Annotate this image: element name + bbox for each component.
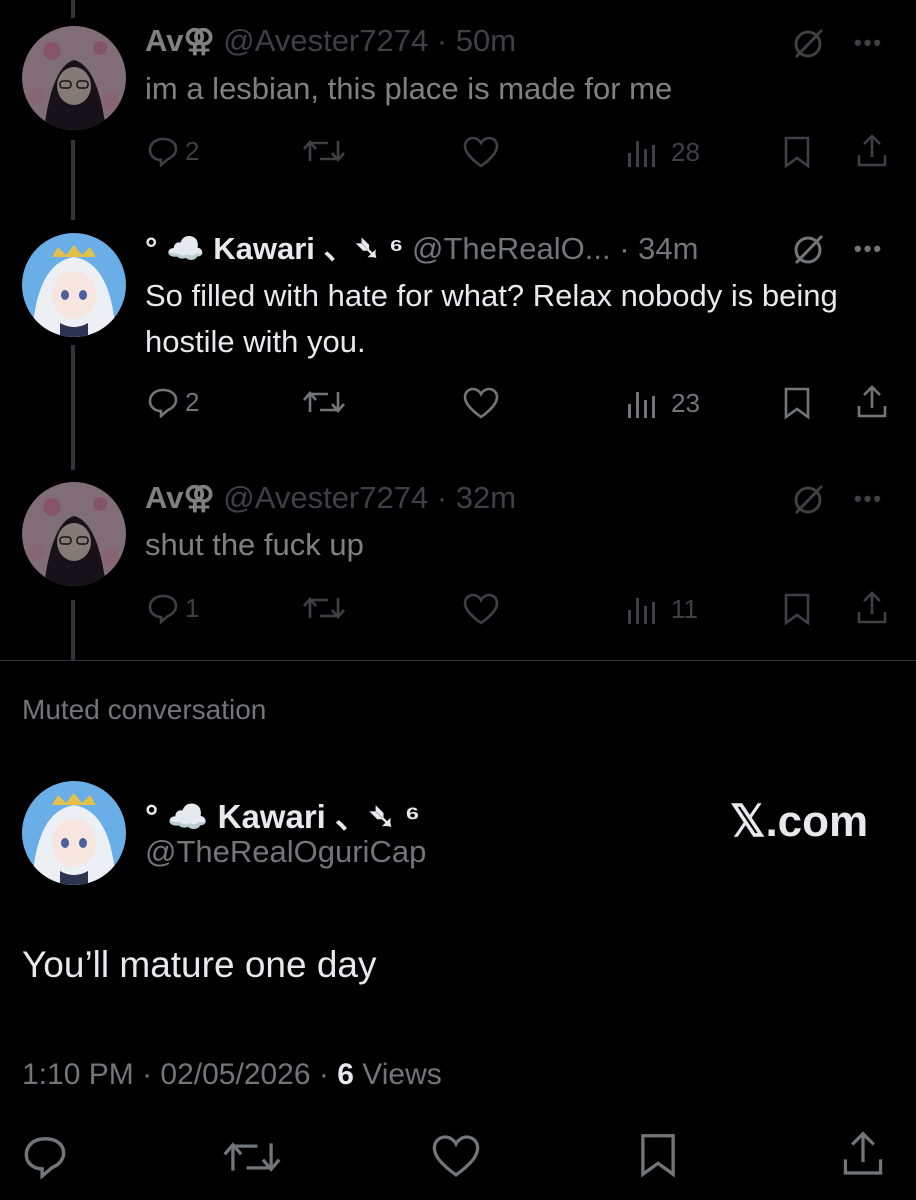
display-name[interactable]: ° ☁️ Kawari 、➴ ⁶ bbox=[145, 790, 420, 838]
repost-button[interactable] bbox=[302, 592, 346, 624]
thread-line-2 bbox=[71, 345, 75, 470]
more-options-icon[interactable]: ••• bbox=[854, 236, 883, 262]
repost-button[interactable] bbox=[302, 135, 346, 167]
views-button[interactable]: 28 bbox=[625, 135, 700, 169]
analytics-icon bbox=[628, 141, 655, 167]
reply-text: shut the fuck up bbox=[145, 527, 364, 562]
handle[interactable]: @Avester7274 bbox=[223, 480, 428, 515]
repost-button[interactable] bbox=[302, 386, 346, 418]
reply-button[interactable] bbox=[22, 1133, 68, 1179]
share-icon bbox=[857, 591, 887, 624]
bookmark-icon bbox=[784, 593, 810, 626]
heart-icon bbox=[432, 1135, 480, 1177]
like-button[interactable] bbox=[462, 135, 500, 169]
heart-icon bbox=[463, 136, 499, 168]
separator-dot: · bbox=[318, 1058, 338, 1091]
bookmark-button[interactable] bbox=[781, 592, 813, 626]
reply-count: 1 bbox=[185, 592, 200, 623]
handle[interactable]: @TheRealO... bbox=[412, 231, 611, 266]
views-label: Views bbox=[362, 1058, 442, 1091]
analytics-icon bbox=[628, 598, 655, 624]
reply-button[interactable]: 1 bbox=[147, 592, 199, 624]
handle[interactable]: @Avester7274 bbox=[223, 23, 428, 58]
share-icon bbox=[857, 134, 887, 167]
muted-conversation-label: Muted conversation bbox=[22, 694, 267, 725]
heart-icon bbox=[463, 593, 499, 625]
reply-icon bbox=[148, 388, 178, 418]
share-icon bbox=[857, 385, 887, 418]
reply-icon bbox=[148, 594, 178, 624]
bookmark-button[interactable] bbox=[781, 135, 813, 169]
avatar[interactable] bbox=[22, 781, 126, 885]
heart-icon bbox=[463, 387, 499, 419]
bookmark-button[interactable] bbox=[781, 386, 813, 420]
avatar[interactable] bbox=[22, 482, 126, 586]
more-options-icon[interactable]: ••• bbox=[854, 486, 883, 512]
reply-button[interactable]: 2 bbox=[147, 135, 199, 167]
divider bbox=[0, 660, 916, 661]
like-button[interactable] bbox=[462, 386, 500, 420]
x-watermark: 𝕏.com bbox=[730, 797, 869, 846]
timestamp[interactable]: 32m bbox=[456, 480, 516, 515]
share-button[interactable] bbox=[855, 384, 889, 420]
timestamp[interactable]: 50m bbox=[456, 23, 516, 58]
analytics-icon bbox=[628, 392, 655, 418]
reply-header: Av⚢ @Avester7274 · 50m bbox=[145, 22, 516, 60]
display-name[interactable]: Av⚢ bbox=[145, 480, 215, 515]
bookmark-button[interactable] bbox=[636, 1131, 680, 1179]
repost-icon bbox=[223, 1142, 281, 1172]
grok-icon[interactable] bbox=[792, 26, 826, 65]
bookmark-icon bbox=[641, 1134, 675, 1178]
display-name[interactable]: Av⚢ bbox=[145, 23, 215, 58]
display-name[interactable]: ° ☁️ Kawari 、➴ ⁶ bbox=[145, 231, 403, 266]
reply-count: 2 bbox=[185, 135, 200, 166]
thread-line-3 bbox=[71, 600, 75, 660]
grok-icon[interactable] bbox=[792, 232, 826, 271]
post-time[interactable]: 1:10 PM bbox=[22, 1058, 134, 1091]
views-button[interactable]: 23 bbox=[625, 386, 700, 420]
timestamp[interactable]: 34m bbox=[638, 231, 698, 266]
repost-icon bbox=[303, 140, 345, 162]
views-count: 6 bbox=[337, 1058, 354, 1091]
share-button[interactable] bbox=[855, 590, 889, 626]
share-icon bbox=[843, 1131, 883, 1175]
like-button[interactable] bbox=[430, 1133, 482, 1179]
thread-line-top bbox=[71, 0, 75, 18]
view-count: 28 bbox=[671, 136, 700, 167]
repost-button[interactable] bbox=[222, 1135, 282, 1179]
repost-icon bbox=[303, 597, 345, 619]
reply-count: 2 bbox=[185, 386, 200, 417]
grok-icon[interactable] bbox=[792, 482, 826, 521]
like-button[interactable] bbox=[462, 592, 500, 626]
handle[interactable]: @TheRealOguriCap bbox=[145, 834, 426, 870]
separator-dot: · bbox=[436, 480, 448, 515]
thread-line-1 bbox=[71, 140, 75, 220]
reply-button[interactable]: 2 bbox=[147, 386, 199, 418]
bookmark-icon bbox=[784, 136, 810, 169]
avatar[interactable] bbox=[22, 233, 126, 337]
avatar[interactable] bbox=[22, 26, 126, 130]
view-count: 23 bbox=[671, 387, 700, 418]
share-button[interactable] bbox=[840, 1129, 886, 1179]
bookmark-icon bbox=[784, 387, 810, 420]
post-date[interactable]: 02/05/2026 bbox=[160, 1058, 310, 1091]
post-meta: 1:10 PM · 02/05/2026 · 6 Views bbox=[22, 1058, 442, 1092]
reply-icon bbox=[24, 1137, 66, 1179]
reply-text: im a lesbian, this place is made for me bbox=[145, 71, 673, 106]
separator-dot: · bbox=[142, 1058, 161, 1091]
reply-icon bbox=[148, 137, 178, 167]
separator-dot: · bbox=[436, 23, 448, 58]
share-button[interactable] bbox=[855, 133, 889, 169]
views-button[interactable]: 11 bbox=[625, 592, 698, 626]
reply-header: Av⚢ @Avester7274 · 32m bbox=[145, 479, 516, 517]
separator-dot: · bbox=[619, 231, 630, 266]
post-text: You’ll mature one day bbox=[22, 944, 377, 985]
reply-text: So filled with hate for what? Relax nobo… bbox=[145, 278, 838, 359]
view-count: 11 bbox=[671, 593, 698, 624]
reply-header: ° ☁️ Kawari 、➴ ⁶ @TheRealO... · 34m bbox=[145, 230, 698, 268]
repost-icon bbox=[303, 391, 345, 413]
more-options-icon[interactable]: ••• bbox=[854, 30, 883, 56]
